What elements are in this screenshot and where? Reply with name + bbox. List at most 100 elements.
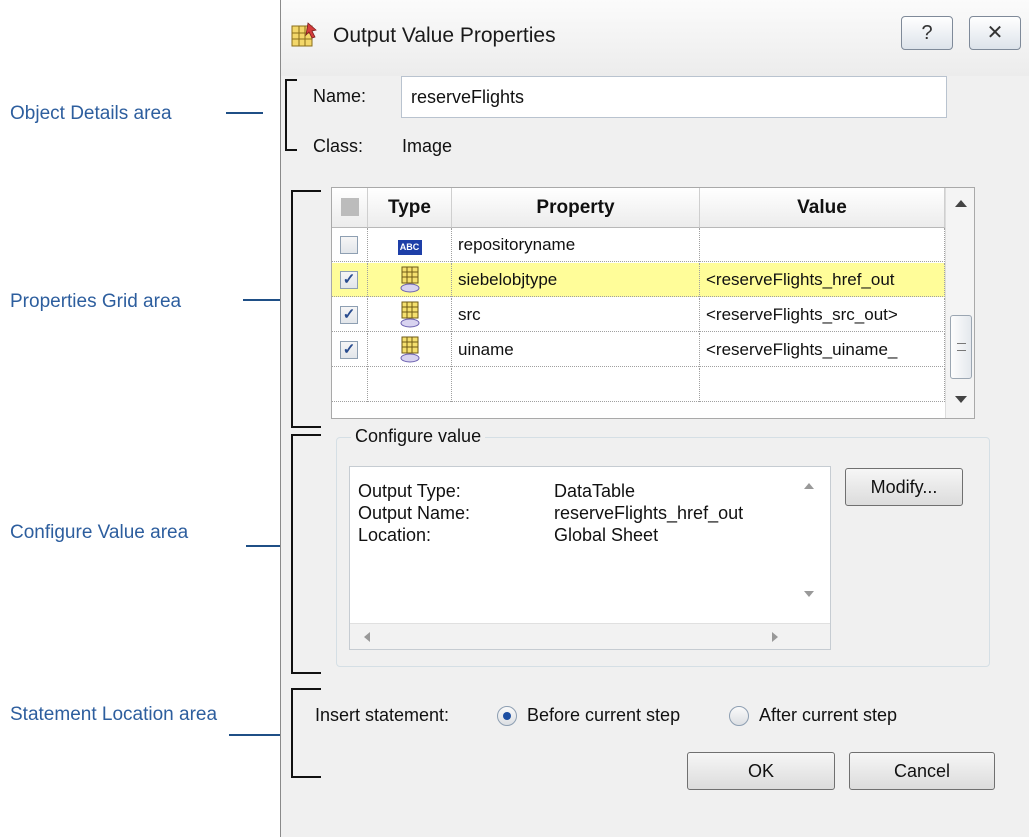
datatable-output-icon xyxy=(400,336,419,363)
datatable-output-icon xyxy=(400,266,419,293)
column-header-type[interactable]: Type xyxy=(368,188,452,228)
dialog-app-icon xyxy=(291,22,319,53)
configure-value-title: Configure value xyxy=(351,426,486,447)
class-label: Class: xyxy=(313,136,364,156)
property-cell: repositoryname xyxy=(452,228,700,262)
close-button[interactable]: ✕ xyxy=(969,16,1021,50)
scroll-up-arrow-icon[interactable] xyxy=(804,483,814,489)
type-cell: ABC xyxy=(368,228,452,262)
cancel-button[interactable]: Cancel xyxy=(849,752,995,790)
table-row[interactable]: ✓ uiname <reserveFlights_uiname_ xyxy=(332,333,945,367)
property-cell: uiname xyxy=(452,333,700,367)
annotation-configure-value: Configure Value area xyxy=(10,522,189,543)
configure-value-group: Configure value Output Type: DataTable O… xyxy=(336,426,990,667)
empty-cell xyxy=(452,368,700,402)
horizontal-scrollbar[interactable] xyxy=(350,623,830,649)
row-checkbox-cell: ✓ xyxy=(332,263,368,297)
table-row-selected[interactable]: ✓ siebelobjtype <reserveFlights_href_out xyxy=(332,263,945,297)
connector-line-object-details xyxy=(226,112,263,114)
location-value: Global Sheet xyxy=(554,525,659,545)
ok-button[interactable]: OK xyxy=(687,752,835,790)
bracket-bottom xyxy=(291,776,321,778)
row-checkbox-cell xyxy=(332,228,368,262)
type-cell xyxy=(368,333,452,367)
row-checkbox-cell: ✓ xyxy=(332,298,368,332)
scroll-up-arrow-icon[interactable] xyxy=(955,200,967,207)
close-icon: ✕ xyxy=(986,22,1004,44)
output-name-value: reserveFlights_href_out xyxy=(554,503,744,523)
help-button[interactable]: ? xyxy=(901,16,953,50)
bracket-configure-value xyxy=(291,434,293,674)
scroll-down-arrow-icon[interactable] xyxy=(804,591,814,597)
connector-line-statement-location xyxy=(229,734,283,736)
bracket-top xyxy=(291,190,321,192)
before-current-step-radio[interactable] xyxy=(497,706,517,726)
datatable-output-icon xyxy=(400,301,419,328)
value-cell xyxy=(700,228,945,262)
grid-vertical-scrollbar[interactable] xyxy=(945,188,974,418)
value-cell: <reserveFlights_src_out> xyxy=(700,298,945,332)
output-details-box[interactable]: Output Type: DataTable Output Name: rese… xyxy=(349,466,831,650)
scroll-left-arrow-icon[interactable] xyxy=(364,632,370,642)
scroll-right-arrow-icon[interactable] xyxy=(772,632,778,642)
title-bar: Output Value Properties ? ✕ xyxy=(281,0,1029,76)
type-cell xyxy=(368,263,452,297)
name-field[interactable]: reserveFlights xyxy=(401,76,947,118)
bracket-top xyxy=(285,79,297,81)
bracket-top xyxy=(291,688,321,690)
bracket-statement-location xyxy=(291,688,293,778)
select-all-box xyxy=(340,198,359,216)
properties-grid[interactable]: Type Property Value ABC repositoryname ✓ xyxy=(331,187,975,419)
select-all-header[interactable] xyxy=(332,188,368,228)
bracket-bottom xyxy=(291,426,321,428)
table-row[interactable]: ABC repositoryname xyxy=(332,228,945,262)
empty-cell xyxy=(700,368,945,402)
type-cell xyxy=(368,298,452,332)
scroll-down-arrow-icon[interactable] xyxy=(955,396,967,403)
row-checkbox-cell: ✓ xyxy=(332,333,368,367)
bracket-bottom xyxy=(291,672,321,674)
class-value: Image xyxy=(402,136,453,156)
modify-button[interactable]: Modify... xyxy=(845,468,963,506)
row-checkbox[interactable]: ✓ xyxy=(340,341,358,359)
insert-statement-label: Insert statement: xyxy=(315,705,450,725)
row-checkbox[interactable]: ✓ xyxy=(340,306,358,324)
bracket-object-details xyxy=(285,79,287,151)
output-value-properties-dialog: Output Value Properties ? ✕ Name: reserv… xyxy=(280,0,1029,837)
output-name-label: Output Name: xyxy=(358,503,471,523)
empty-cell xyxy=(368,368,452,402)
abc-text-icon: ABC xyxy=(397,240,422,255)
radio-selected-dot xyxy=(503,712,511,720)
value-cell: <reserveFlights_href_out xyxy=(700,263,945,297)
name-value: reserveFlights xyxy=(411,87,525,107)
after-current-step-label[interactable]: After current step xyxy=(759,705,897,726)
output-type-label: Output Type: xyxy=(358,481,461,501)
annotation-statement-location: Statement Location area xyxy=(10,704,218,725)
column-header-property[interactable]: Property xyxy=(452,188,700,228)
dialog-title: Output Value Properties xyxy=(333,24,556,47)
after-current-step-radio[interactable] xyxy=(729,706,749,726)
bracket-bottom xyxy=(285,149,297,151)
help-icon: ? xyxy=(921,22,933,44)
property-cell: src xyxy=(452,298,700,332)
grip-icon xyxy=(957,343,966,351)
value-cell: <reserveFlights_uiname_ xyxy=(700,333,945,367)
name-label: Name: xyxy=(313,86,367,106)
output-type-value: DataTable xyxy=(554,481,636,501)
bracket-top xyxy=(291,434,321,436)
column-header-value[interactable]: Value xyxy=(700,188,945,228)
row-checkbox[interactable] xyxy=(340,236,358,254)
annotation-object-details: Object Details area xyxy=(10,103,172,124)
empty-row xyxy=(332,368,945,402)
before-current-step-label[interactable]: Before current step xyxy=(527,705,680,726)
property-cell: siebelobjtype xyxy=(452,263,700,297)
scroll-thumb[interactable] xyxy=(950,315,972,379)
row-checkbox[interactable]: ✓ xyxy=(340,271,358,289)
location-label: Location: xyxy=(358,525,432,545)
connector-line-configure-value xyxy=(246,545,283,547)
annotation-properties-grid: Properties Grid area xyxy=(10,291,182,312)
table-row[interactable]: ✓ src <reserveFlights_src_out> xyxy=(332,298,945,332)
empty-cell xyxy=(332,368,368,402)
bracket-properties-grid xyxy=(291,190,293,428)
connector-line-properties-grid xyxy=(243,299,283,301)
